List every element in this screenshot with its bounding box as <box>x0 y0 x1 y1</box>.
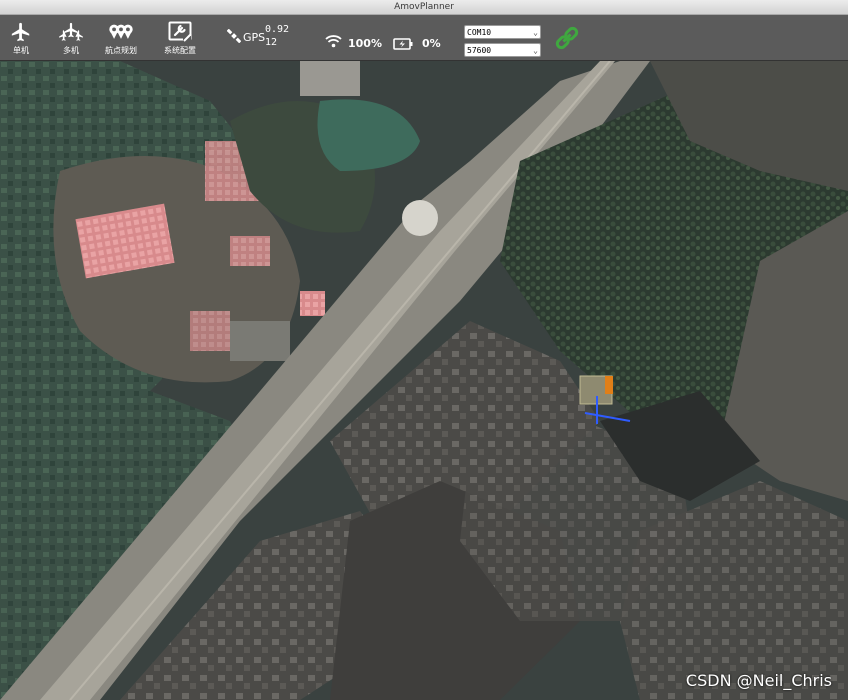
system-config-label: 系统配置 <box>164 45 196 55</box>
waypoint-planning-label: 航点规划 <box>105 45 137 55</box>
watermark: CSDN @Neil_Chris <box>685 671 832 690</box>
gps-hdop: 0.92 <box>265 24 290 35</box>
multi-airplane-icon <box>58 20 84 44</box>
gps-label: GPS <box>243 31 266 44</box>
battery-icon <box>393 35 413 54</box>
chevron-down-icon: ⌄ <box>533 28 538 37</box>
battery-level: 0% <box>422 37 441 50</box>
window-title: AmovPlanner <box>0 0 848 15</box>
multi-vehicle-label: 多机 <box>63 45 79 55</box>
satellite-map[interactable]: CSDN @Neil_Chris <box>0 61 848 700</box>
settings-icon <box>167 20 193 44</box>
waypoint-icon <box>108 20 134 44</box>
system-config-button[interactable]: 系统配置 <box>160 15 200 60</box>
serial-port-select[interactable]: COM10 ⌄ <box>464 25 541 39</box>
gps-status: GPS 0.92 12 <box>226 24 289 48</box>
toolbar: 单机 多机 航点规划 系统配置 GPS 0.92 12 100% 0% COM1… <box>0 15 848 61</box>
baud-rate-select[interactable]: 57600 ⌄ <box>464 43 541 57</box>
chevron-down-icon: ⌄ <box>533 46 538 55</box>
link-icon <box>553 26 581 56</box>
multi-vehicle-button[interactable]: 多机 <box>56 15 86 60</box>
gps-satellite-count: 12 <box>265 37 278 48</box>
waypoint-planning-button[interactable]: 航点规划 <box>101 15 141 60</box>
serial-port-value: COM10 <box>467 28 492 37</box>
single-vehicle-label: 单机 <box>13 45 29 55</box>
baud-rate-value: 57600 <box>467 46 492 55</box>
wifi-icon <box>325 33 342 52</box>
signal-strength: 100% <box>348 37 382 50</box>
map-imagery <box>0 61 848 700</box>
satellite-icon <box>226 28 242 47</box>
airplane-icon <box>8 20 34 44</box>
single-vehicle-button[interactable]: 单机 <box>6 15 36 60</box>
connect-button[interactable] <box>553 24 581 56</box>
